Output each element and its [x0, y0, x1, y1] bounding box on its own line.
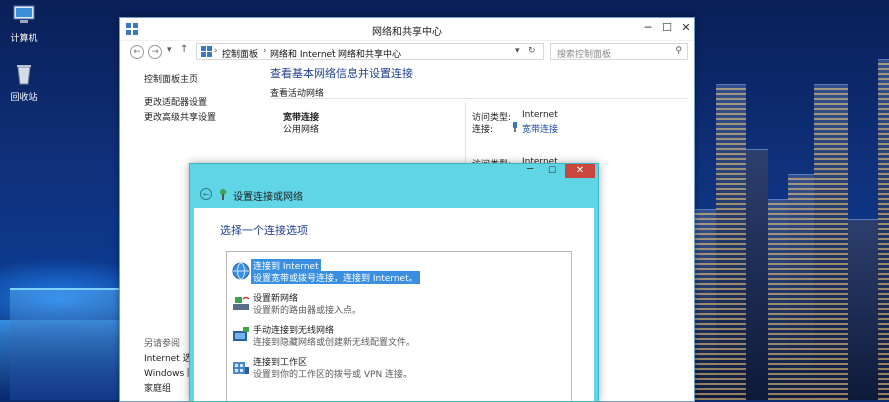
skyline-building: [788, 174, 814, 400]
option-new-network[interactable]: 设置新网络 设置新的路由器或接入点。: [229, 290, 569, 318]
desktop-icon-label: 回收站: [10, 93, 38, 103]
dialog-maximize-button[interactable]: ☐: [541, 164, 563, 178]
globe-icon: [232, 262, 250, 280]
page-title: 查看基本网络信息并设置连接: [270, 67, 413, 80]
breadcrumb-separator: ›: [214, 46, 218, 56]
skyline-building: [693, 209, 716, 400]
recent-locations-button[interactable]: ▾: [167, 45, 172, 55]
desktop-icon-label: 计算机: [10, 34, 38, 44]
window-title: 网络和共享中心: [372, 27, 442, 38]
skyline-building: [746, 149, 768, 400]
desktop-icon-computer[interactable]: 计算机: [0, 4, 48, 44]
computer-icon: [13, 5, 35, 23]
search-input[interactable]: 搜索控制面板 ⚲: [550, 43, 688, 60]
option-workplace[interactable]: 连接到工作区 设置到你的工作区的拨号或 VPN 连接。: [229, 354, 569, 382]
dialog-close-button[interactable]: ✕: [565, 164, 595, 178]
network-setup-icon: [220, 189, 226, 200]
access-type-value: Internet: [522, 110, 558, 120]
option-description: 设置新的路由器或接入点。: [253, 306, 362, 316]
stadium-left: [10, 288, 120, 400]
skyline-building: [768, 199, 788, 400]
address-dropdown-icon[interactable]: ▾: [515, 46, 520, 56]
search-placeholder: 搜索控制面板: [557, 50, 612, 60]
sidebar-control-panel-home[interactable]: 控制面板主页: [144, 72, 198, 85]
connection-options-list: 连接到 Internet 设置宽带或拨号连接，连接到 Internet。 设置新…: [226, 251, 572, 401]
skyline-building: [814, 84, 848, 400]
option-description: 设置宽带或拨号连接，连接到 Internet。: [251, 271, 420, 284]
breadcrumb-separator: ›: [263, 46, 267, 56]
breadcrumb-network-internet[interactable]: 网络和 Internet: [270, 47, 336, 60]
router-icon: [233, 296, 250, 310]
network-type[interactable]: 公用网络: [283, 122, 319, 135]
back-button[interactable]: ←: [130, 45, 144, 59]
sidebar-item-advanced-sharing[interactable]: 更改高级共享设置: [144, 110, 216, 123]
breadcrumb-control-panel[interactable]: 控制面板: [222, 47, 258, 60]
option-connect-internet[interactable]: 连接到 Internet 设置宽带或拨号连接，连接到 Internet。: [229, 258, 569, 286]
forward-button[interactable]: →: [148, 45, 162, 59]
dialog-body: 选择一个连接选项 连接到 Internet 设置宽带或拨号连接，连接到 Inte…: [194, 208, 594, 401]
setup-connection-dialog: ─ ☐ ✕ ← 设置连接或网络 选择一个连接选项 连接到 Internet 设置…: [189, 163, 599, 402]
option-manual-wireless[interactable]: 手动连接到无线网络 连接到隐藏网络或创建新无线配置文件。: [229, 322, 569, 350]
dialog-title: 设置连接或网络: [233, 192, 303, 203]
skyline-building: [848, 219, 878, 400]
connections-label: 连接:: [472, 125, 494, 135]
control-panel-icon: [201, 46, 212, 57]
skyline-building: [878, 59, 889, 400]
window-titlebar[interactable]: 网络和共享中心 ─ ☐ ✕: [120, 18, 694, 41]
wireless-icon: [233, 327, 249, 341]
workplace-icon: [233, 362, 249, 374]
address-bar: ← → ▾ ↑ › 控制面板 › 网络和 Internet › 网络和共享中心 …: [120, 41, 694, 63]
connection-link[interactable]: 宽带连接: [522, 122, 558, 135]
connection-icon: [513, 122, 517, 132]
skyline-building: [716, 84, 746, 400]
see-also-heading: 另请参阅: [144, 339, 181, 349]
option-description: 设置到你的工作区的拨号或 VPN 连接。: [253, 370, 413, 380]
up-button[interactable]: ↑: [180, 44, 188, 55]
refresh-button[interactable]: ↻: [528, 46, 536, 56]
search-icon[interactable]: ⚲: [675, 46, 682, 56]
sidebar-item-adapter-settings[interactable]: 更改适配器设置: [144, 95, 207, 108]
dialog-minimize-button[interactable]: ─: [519, 164, 541, 178]
breadcrumb-separator: ›: [331, 46, 335, 56]
dialog-prompt: 选择一个连接选项: [220, 224, 308, 237]
divider: [270, 98, 688, 99]
address-box[interactable]: › 控制面板 › 网络和 Internet › 网络和共享中心 ▾ ↻: [196, 43, 544, 60]
breadcrumb-network-sharing-center[interactable]: 网络和共享中心: [338, 47, 401, 60]
desktop-icon-recycle-bin[interactable]: 回收站: [0, 63, 48, 103]
dialog-back-button[interactable]: ←: [200, 188, 212, 200]
close-button[interactable]: ✕: [672, 18, 700, 38]
see-also-homegroup[interactable]: 家庭组: [144, 381, 171, 394]
recycle-bin-icon: [17, 65, 31, 85]
option-description: 连接到隐藏网络或创建新无线配置文件。: [253, 338, 416, 348]
